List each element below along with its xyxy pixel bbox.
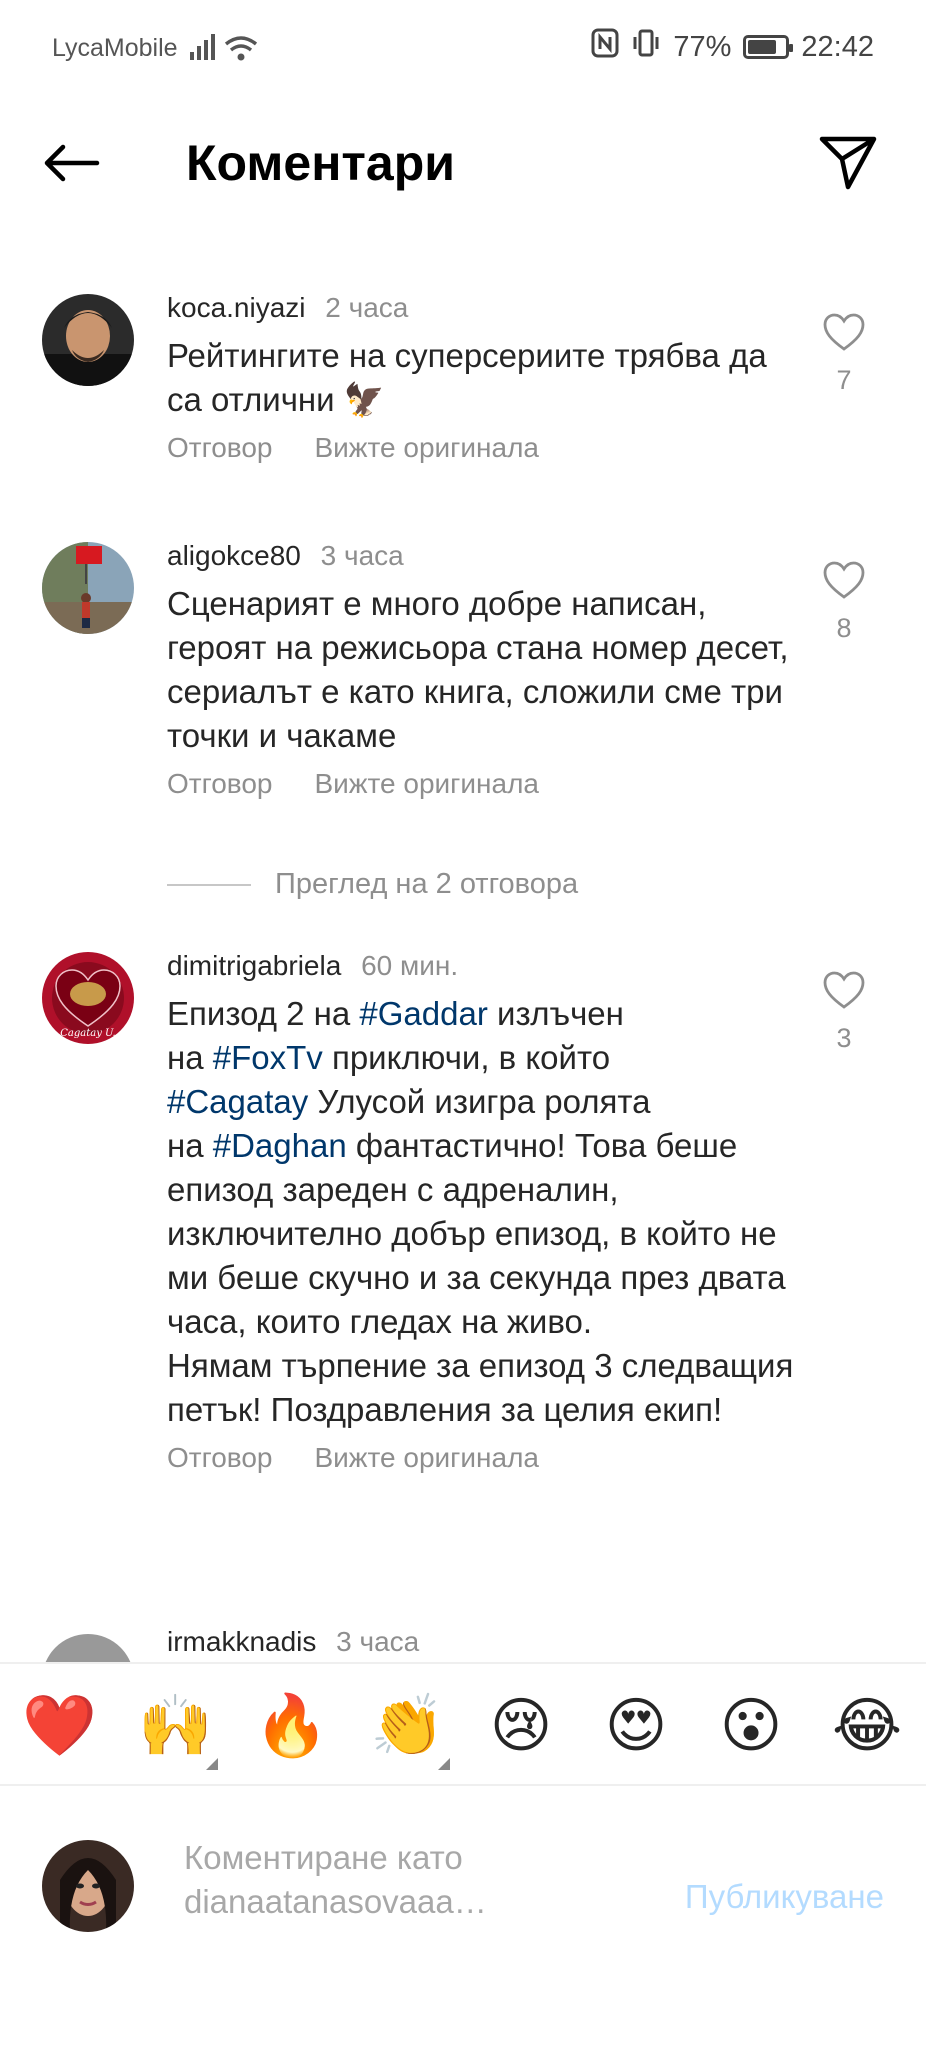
own-avatar — [42, 1840, 134, 1932]
like-count: 8 — [836, 613, 852, 643]
page-title: Коментари — [186, 135, 455, 191]
hashtag-link[interactable]: #Daghan — [213, 1127, 347, 1164]
comment-time: 2 часа — [325, 292, 409, 323]
comments-list[interactable]: koca.niyazi 2 часа Рейтингите на суперсе… — [0, 232, 926, 1662]
comment-input[interactable]: Коментиране като dianaatanasovaaa… — [184, 1836, 624, 1924]
emoji-glyph: 👏 — [370, 1691, 445, 1761]
view-replies-label: Преглед на 2 отговора — [275, 868, 579, 900]
comment-username[interactable]: koca.niyazi — [167, 292, 306, 323]
text-span: фантастично! Това беше епизод зареден с … — [167, 1127, 794, 1428]
like-button[interactable] — [814, 312, 874, 357]
hashtag-link[interactable]: #Cagatay — [167, 1083, 308, 1120]
emoji-surprised-button[interactable]: 😮 — [716, 1692, 786, 1760]
signal-wifi-icon — [190, 30, 260, 69]
emoji-heart-eyes-button[interactable]: 😍 — [601, 1692, 671, 1760]
carrier-name: LycaMobile — [52, 34, 178, 62]
comment-username[interactable]: irmakknadis — [167, 1626, 316, 1657]
vibrate-icon — [631, 28, 661, 66]
like-count: 3 — [836, 1023, 852, 1053]
like-button[interactable] — [814, 970, 874, 1015]
comment-username[interactable]: aligokce80 — [167, 540, 301, 571]
comment-text: Сценарият е много добре написан, героят … — [167, 585, 798, 754]
see-original-button[interactable]: Вижте оригинала — [314, 768, 539, 800]
view-replies-button[interactable]: Преглед на 2 отговора — [167, 868, 578, 901]
comment-text: Рейтингите на суперсериите трябва да са … — [167, 337, 776, 418]
comment-time: 3 часа — [336, 1626, 420, 1657]
comment-username[interactable]: dimitrigabriela — [167, 950, 341, 981]
hashtag-link[interactable]: #Gaddar — [359, 995, 487, 1032]
emoji-clap-button[interactable]: 👏 — [370, 1692, 450, 1770]
status-bar: LycaMobile 77% 22:42 — [0, 0, 926, 92]
emoji-heart-button[interactable]: ❤️ — [22, 1692, 97, 1760]
avatar[interactable]: Cagatay U. — [42, 952, 134, 1044]
see-original-button[interactable]: Вижте оригинала — [314, 432, 539, 464]
emoji-glyph: 🙌 — [138, 1691, 213, 1761]
avatar[interactable] — [42, 542, 134, 634]
heart-icon — [823, 561, 865, 599]
paper-plane-icon — [819, 136, 877, 190]
reply-button[interactable]: Отговор — [167, 1442, 272, 1474]
post-button[interactable]: Публикуване — [685, 1878, 884, 1916]
battery-icon — [743, 35, 794, 59]
header: Коментари — [0, 92, 926, 232]
clock: 22:42 — [801, 30, 874, 63]
share-button[interactable] — [814, 128, 882, 196]
back-button[interactable] — [38, 130, 104, 196]
arrow-left-icon — [44, 144, 100, 182]
emoji-crying-button[interactable]: 😢 — [486, 1692, 556, 1760]
nfc-icon — [591, 28, 619, 66]
emoji-fire-button[interactable]: 🔥 — [254, 1692, 329, 1760]
more-variants-icon — [206, 1758, 218, 1770]
comment-text: Епизод 2 на #Gaddar излъчен на #FoxTv пр… — [167, 992, 797, 1432]
emoji-reaction-bar: ❤️ 🙌 🔥 👏 😢 😍 😮 😂 — [0, 1662, 926, 1786]
battery-percent: 77% — [673, 30, 732, 63]
svg-text:Cagatay U.: Cagatay U. — [60, 1028, 115, 1039]
see-original-button[interactable]: Вижте оригинала — [314, 1442, 539, 1474]
heart-icon — [823, 971, 865, 1009]
reply-button[interactable]: Отговор — [167, 768, 272, 800]
like-button[interactable] — [814, 560, 874, 605]
heart-icon — [823, 313, 865, 351]
divider-line — [167, 883, 251, 886]
avatar[interactable] — [42, 294, 134, 386]
comment-time: 60 мин. — [361, 950, 459, 981]
comment-time: 3 часа — [320, 540, 404, 571]
like-count: 7 — [836, 365, 852, 395]
emoji-raising-hands-button[interactable]: 🙌 — [138, 1692, 218, 1770]
emoji-laughing-button[interactable]: 😂 — [832, 1692, 902, 1760]
avatar[interactable] — [42, 1634, 134, 1662]
text-span: приключи, в който — [331, 1039, 611, 1076]
text-span: Епизод 2 на — [167, 995, 360, 1032]
reply-button[interactable]: Отговор — [167, 432, 272, 464]
more-variants-icon — [438, 1758, 450, 1770]
comment-composer: Коментиране като dianaatanasovaaa… Публи… — [0, 1788, 926, 1988]
hashtag-link[interactable]: #FoxTv — [213, 1039, 323, 1076]
